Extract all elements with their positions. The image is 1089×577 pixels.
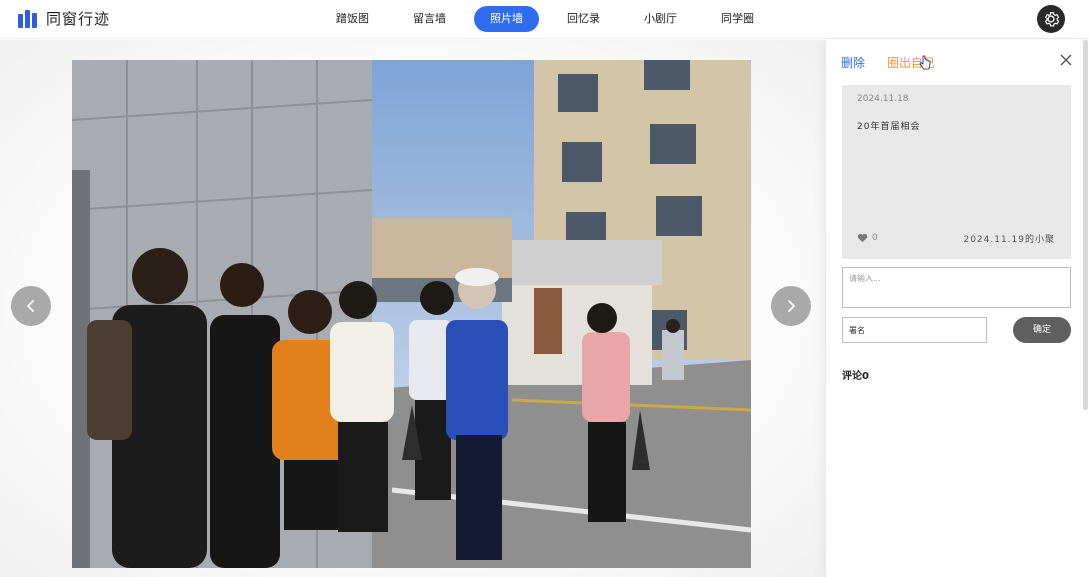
nav-item-memoirs[interactable]: 回忆录	[551, 6, 616, 32]
heart-icon	[857, 233, 868, 243]
chevron-left-icon	[27, 300, 34, 312]
comment-input[interactable]: 请输入...	[842, 267, 1071, 308]
hand-cursor-icon	[919, 55, 931, 70]
chevron-right-icon	[788, 300, 795, 312]
nav-item-classmates[interactable]: 同学圈	[705, 6, 770, 32]
scrollbar[interactable]	[1083, 40, 1088, 410]
next-photo-button[interactable]	[771, 286, 811, 326]
top-navbar: 同窗行迹 蹭饭图 留言墙 照片墙 回忆录 小剧厅 同学圈	[0, 0, 1089, 39]
app-title: 同窗行迹	[46, 10, 111, 28]
nav-item-meal-map[interactable]: 蹭饭图	[320, 6, 385, 32]
main-nav: 蹭饭图 留言墙 照片墙 回忆录 小剧厅 同学圈	[320, 6, 782, 32]
nav-item-photo-wall[interactable]: 照片墙	[474, 6, 539, 32]
nav-item-message-wall[interactable]: 留言墙	[397, 6, 462, 32]
group-photo	[72, 60, 751, 568]
close-icon[interactable]	[1059, 53, 1073, 67]
nav-item-theater[interactable]: 小剧厅	[628, 6, 693, 32]
gear-icon[interactable]	[1037, 5, 1065, 33]
photo-caption: 20年首届相会	[857, 122, 921, 132]
photo-viewer	[0, 40, 825, 577]
photo-date: 2024.11.18	[857, 94, 909, 104]
book-icon	[18, 9, 38, 28]
signature-input[interactable]: 署名	[842, 317, 987, 343]
photo-info-card: 2024.11.18 20年首届相会 0 2024.11.19的小聚	[842, 85, 1071, 259]
like-button[interactable]: 0	[857, 233, 878, 243]
delete-button[interactable]: 删除	[841, 54, 865, 71]
photo-detail-panel: 删除 圈出自己 2024.11.18 20年首届相会 0 2024.11.19的…	[825, 40, 1089, 577]
app-logo[interactable]: 同窗行迹	[18, 8, 110, 29]
confirm-button[interactable]: 确定	[1013, 317, 1071, 343]
prev-photo-button[interactable]	[11, 286, 51, 326]
comment-count: 评论0	[842, 371, 869, 382]
like-count: 0	[872, 233, 878, 243]
photo-author: 2024.11.19的小聚	[963, 235, 1055, 245]
